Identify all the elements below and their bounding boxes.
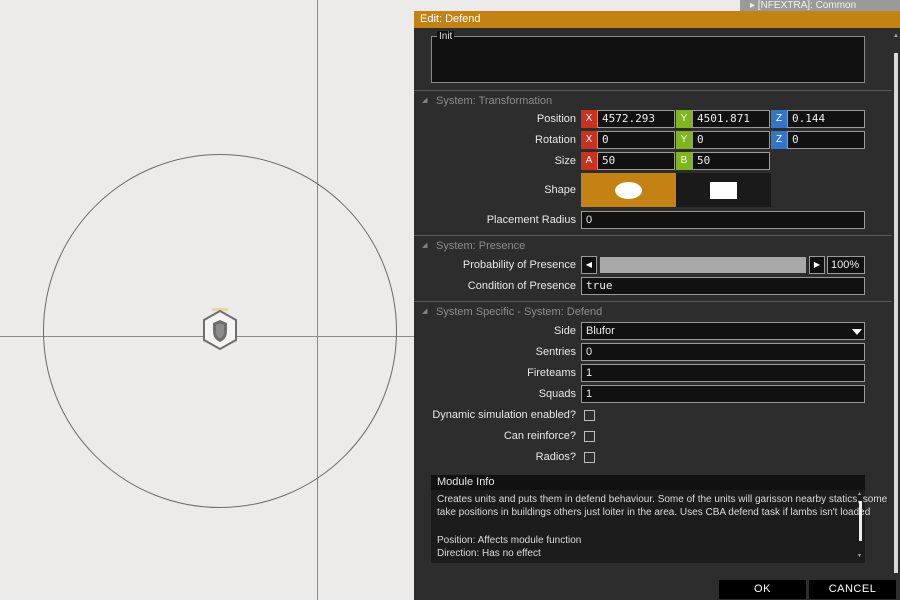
ok-button[interactable]: OK — [719, 580, 806, 599]
squads-label: Squads — [538, 388, 576, 400]
position-label: Position — [536, 113, 576, 125]
rotation-z-input[interactable]: 0 — [787, 131, 865, 149]
size-a-input[interactable]: 50 — [597, 152, 675, 170]
size-b-input[interactable]: 50 — [692, 152, 770, 170]
section-title: System Specific - System: Defend — [436, 306, 603, 318]
module-info-title: Module Info — [431, 475, 865, 490]
axis-x-badge: X — [581, 110, 597, 128]
init-field[interactable] — [431, 36, 865, 83]
fireteams-label: Fireteams — [527, 367, 576, 379]
probability-value[interactable]: 100% — [827, 256, 865, 274]
axis-y-badge: Y — [676, 131, 692, 149]
can-reinforce-label: Can reinforce? — [503, 430, 576, 442]
probability-slider-fill — [600, 257, 806, 273]
section-title: System: Presence — [436, 240, 526, 252]
collapse-triangle-icon: ◢ — [422, 308, 428, 315]
edit-module-dialog: Edit: Defend ▲ Init ◢ System: Transforma… — [414, 11, 900, 600]
probability-increase-button[interactable]: ▶ — [809, 256, 825, 274]
side-select-value: Blufor — [586, 325, 615, 337]
ellipse-icon — [615, 182, 642, 199]
axis-z-badge: Z — [771, 110, 787, 128]
module-info-panel: Module Info Creates units and puts them … — [431, 475, 887, 563]
scroll-up-icon[interactable]: ▲ — [857, 491, 862, 497]
collapse-triangle-icon: ◢ — [422, 97, 428, 104]
dialog-title: Edit: Defend — [414, 11, 900, 28]
section-title: System: Transformation — [436, 95, 553, 107]
dynamic-simulation-checkbox[interactable] — [584, 410, 595, 421]
module-info-line: Direction: Has no effect — [437, 548, 541, 559]
rotation-x-input[interactable]: 0 — [597, 131, 675, 149]
placement-radius-input[interactable]: 0 — [581, 211, 865, 229]
side-label: Side — [553, 325, 576, 337]
shape-ellipse-button[interactable] — [581, 173, 676, 207]
size-label: Size — [554, 155, 576, 167]
module-info-line: take positions in buildings others just … — [437, 507, 871, 518]
section-presence[interactable]: ◢ System: Presence — [414, 235, 892, 255]
shape-rectangle-button[interactable] — [676, 173, 771, 207]
rotation-y-input[interactable]: 0 — [692, 131, 770, 149]
side-select[interactable]: Blufor — [581, 322, 865, 340]
axis-x-badge: X — [581, 131, 597, 149]
axis-y-badge: Y — [676, 110, 692, 128]
probability-label: Probability of Presence — [462, 259, 576, 271]
defend-module-icon[interactable] — [200, 308, 240, 352]
probability-decrease-button[interactable]: ◀ — [581, 256, 597, 274]
rectangle-icon — [710, 182, 737, 199]
sentries-input[interactable]: 0 — [581, 343, 865, 361]
position-x-input[interactable]: 4572.293 — [597, 110, 675, 128]
rotation-label: Rotation — [535, 134, 576, 146]
placement-radius-label: Placement Radius — [486, 214, 576, 226]
probability-slider[interactable] — [600, 257, 806, 273]
condition-label: Condition of Presence — [467, 280, 576, 292]
cancel-button[interactable]: CANCEL — [809, 580, 896, 599]
radios-checkbox[interactable] — [584, 452, 595, 463]
collapse-triangle-icon: ◢ — [422, 242, 428, 249]
axis-z-badge: Z — [771, 131, 787, 149]
init-label: Init — [437, 31, 455, 42]
module-info-scroll-thumb[interactable] — [859, 501, 862, 541]
condition-input[interactable]: true — [581, 277, 865, 295]
dynamic-simulation-label: Dynamic simulation enabled? — [432, 409, 576, 421]
position-y-input[interactable]: 4501.871 — [692, 110, 770, 128]
dialog-scrollbar[interactable]: ▲ — [892, 31, 900, 576]
scroll-thumb[interactable] — [894, 53, 898, 573]
axis-a-badge: A — [581, 152, 597, 170]
axis-b-badge: B — [676, 152, 692, 170]
scroll-down-icon[interactable]: ▼ — [857, 553, 862, 559]
section-transformation[interactable]: ◢ System: Transformation — [414, 90, 892, 110]
section-system-specific[interactable]: ◢ System Specific - System: Defend — [414, 301, 892, 321]
can-reinforce-checkbox[interactable] — [584, 431, 595, 442]
shape-label: Shape — [544, 184, 576, 196]
scroll-up-icon[interactable]: ▲ — [892, 31, 900, 41]
chevron-down-icon — [852, 329, 862, 335]
sentries-label: Sentries — [535, 346, 576, 358]
position-z-input[interactable]: 0.144 — [787, 110, 865, 128]
module-info-line: Position: Affects module function — [437, 535, 582, 546]
fireteams-input[interactable]: 1 — [581, 364, 865, 382]
module-info-line: Creates units and puts them in defend be… — [437, 494, 888, 505]
squads-input[interactable]: 1 — [581, 385, 865, 403]
radios-label: Radios? — [535, 451, 576, 463]
